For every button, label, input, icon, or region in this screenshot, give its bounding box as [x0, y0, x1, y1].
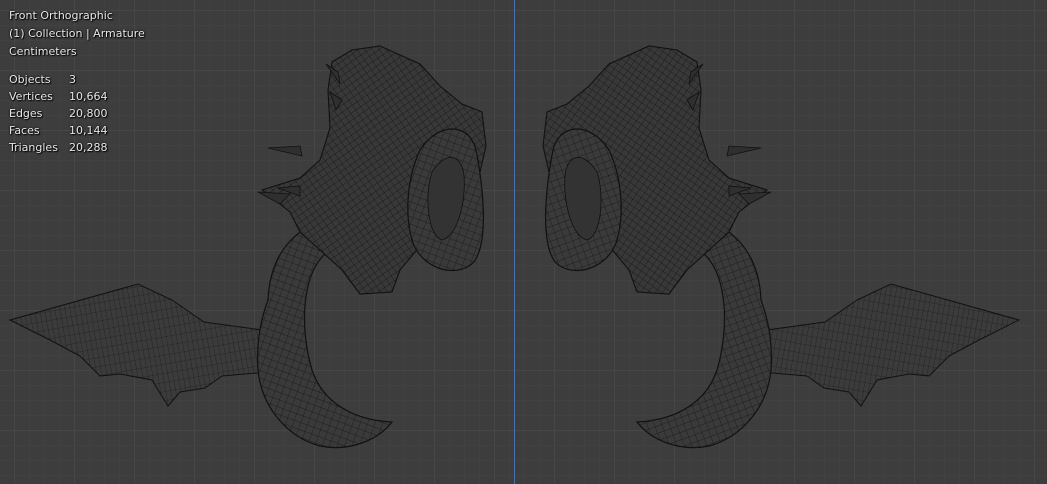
stat-value: 20,800: [69, 107, 108, 120]
scene-statistics: Objects 3 Vertices 10,664 Edges 20,800 F…: [9, 71, 108, 156]
mesh-wireframe[interactable]: [0, 0, 1047, 484]
stat-label: Vertices: [9, 90, 53, 103]
stat-row-edges: Edges 20,800: [9, 105, 108, 122]
stat-label: Faces: [9, 124, 40, 137]
stat-row-objects: Objects 3: [9, 71, 108, 88]
stat-row-triangles: Triangles 20,288: [9, 139, 108, 156]
stat-value: 3: [69, 73, 76, 86]
stat-row-faces: Faces 10,144: [9, 122, 108, 139]
stat-row-vertices: Vertices 10,664: [9, 88, 108, 105]
view-name: Front Orthographic: [9, 9, 113, 22]
stat-value: 10,144: [69, 124, 108, 137]
stat-label: Objects: [9, 73, 51, 86]
right-wing-horn-mesh[interactable]: [542, 45, 1020, 449]
unit-system: Centimeters: [9, 45, 77, 58]
collection-context: (1) Collection | Armature: [9, 27, 145, 40]
stat-label: Triangles: [9, 141, 58, 154]
stat-label: Edges: [9, 107, 43, 120]
stat-value: 10,664: [69, 90, 108, 103]
viewport-overlay-info: Front Orthographic (1) Collection | Arma…: [9, 7, 145, 156]
stat-value: 20,288: [69, 141, 108, 154]
3d-viewport[interactable]: Front Orthographic (1) Collection | Arma…: [0, 0, 1047, 484]
